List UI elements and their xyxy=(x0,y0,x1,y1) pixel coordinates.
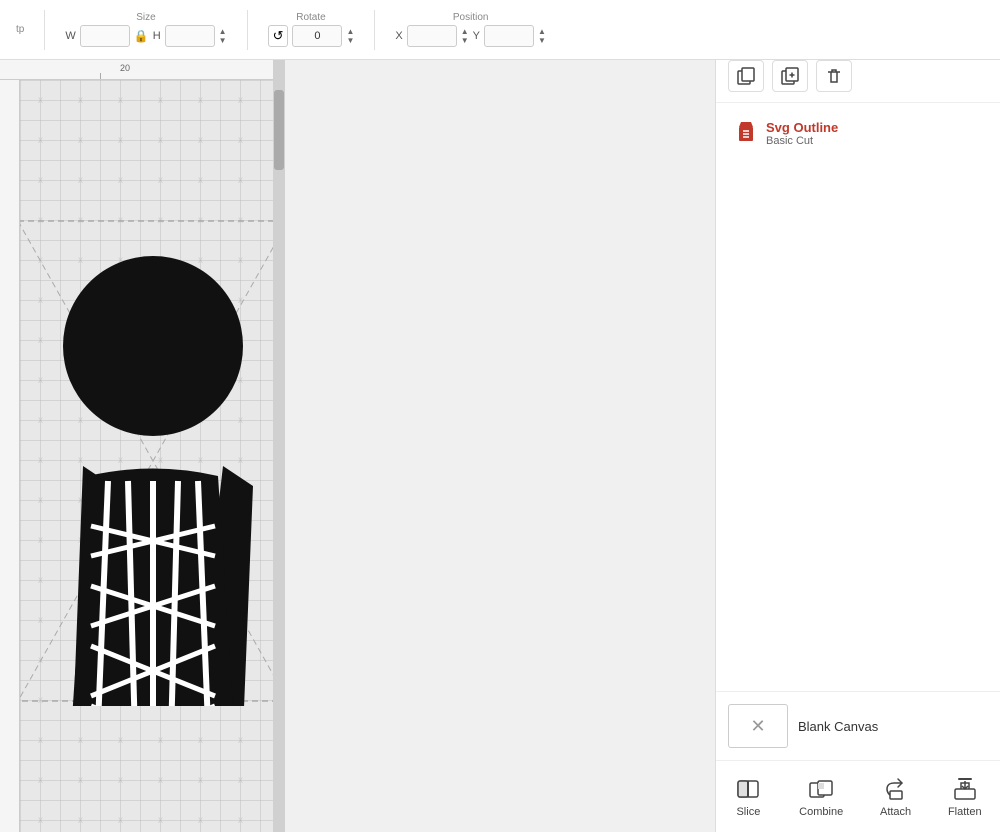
size-label: Size xyxy=(136,12,155,23)
slice-label: Slice xyxy=(736,806,760,818)
svg-container[interactable] xyxy=(20,216,285,696)
add-layer-btn[interactable] xyxy=(772,60,808,92)
layers-list: Svg Outline Basic Cut xyxy=(716,103,1000,691)
layer-name: Svg Outline xyxy=(766,120,838,135)
canvas-scrollbar-thumb[interactable] xyxy=(274,90,284,170)
canvas-grid[interactable] xyxy=(20,80,285,832)
rotate-ccw-btn[interactable]: ↺ xyxy=(268,25,289,47)
panel-bottom: Slice Combine Attach xyxy=(716,760,1000,832)
lock-icon[interactable]: 🔒 xyxy=(134,29,149,43)
size-arrows[interactable]: ▲▼ xyxy=(219,27,227,45)
rotate-arrows[interactable]: ▲▼ xyxy=(346,27,354,45)
position-inputs: X ▲▼ Y ▲▼ xyxy=(395,25,546,47)
divider-1 xyxy=(44,10,45,50)
pos-y-input[interactable] xyxy=(484,25,534,47)
canvas-area[interactable]: 20 30 xyxy=(0,60,285,832)
slice-button[interactable]: Slice xyxy=(726,771,770,822)
flatten-button[interactable]: Flatten xyxy=(940,771,990,822)
combine-button[interactable]: Combine xyxy=(791,771,851,822)
blank-canvas-section[interactable]: ✕ Blank Canvas xyxy=(716,691,1000,760)
toolbar-group-rotate: Rotate ↺ ▲▼ xyxy=(260,12,363,47)
size-w-label: W xyxy=(65,30,75,42)
combine-label: Combine xyxy=(799,806,843,818)
attach-button[interactable]: Attach xyxy=(872,771,919,822)
size-h-label: H xyxy=(153,30,161,42)
rotate-input[interactable] xyxy=(292,25,342,47)
pos-x-label: X xyxy=(395,30,402,42)
layer-item[interactable]: Svg Outline Basic Cut xyxy=(728,113,988,154)
attach-icon xyxy=(882,775,910,803)
size-h-input[interactable] xyxy=(165,25,215,47)
ruler-tick-20 xyxy=(100,73,101,79)
size-w-input[interactable] xyxy=(80,25,130,47)
rotate-inputs: ↺ ▲▼ xyxy=(268,25,355,47)
duplicate-canvas-btn[interactable] xyxy=(728,60,764,92)
toolbar-group-position: Position X ▲▼ Y ▲▼ xyxy=(387,12,554,47)
ruler-left xyxy=(0,80,20,832)
delete-layer-btn[interactable] xyxy=(816,60,852,92)
rotate-label: Rotate xyxy=(296,12,325,23)
divider-3 xyxy=(374,10,375,50)
basketball-trophy-svg xyxy=(20,216,285,706)
ruler-number-20: 20 xyxy=(120,63,130,73)
blank-canvas-label: Blank Canvas xyxy=(798,719,878,734)
size-inputs: W 🔒 H ▲▼ xyxy=(65,25,226,47)
pos-x-input[interactable] xyxy=(407,25,457,47)
combine-icon xyxy=(807,775,835,803)
flatten-icon xyxy=(951,775,979,803)
ruler-top: 20 30 xyxy=(0,60,285,80)
toolbar-group-tp: tp xyxy=(8,24,32,35)
position-label: Position xyxy=(453,12,489,23)
pos-y-arrows[interactable]: ▲▼ xyxy=(538,27,546,45)
tp-label: tp xyxy=(16,24,24,35)
right-panel: Layers Color Sync xyxy=(715,0,1000,832)
flatten-label: Flatten xyxy=(948,806,982,818)
divider-2 xyxy=(247,10,248,50)
toolbar: tp Size W 🔒 H ▲▼ Rotate ↺ ▲▼ Position xyxy=(0,0,1000,60)
slice-icon xyxy=(734,775,762,803)
blank-canvas-x: ✕ xyxy=(750,716,765,737)
pos-y-label: Y xyxy=(473,30,480,42)
layer-info: Svg Outline Basic Cut xyxy=(766,120,838,147)
pos-x-arrows[interactable]: ▲▼ xyxy=(461,27,469,45)
canvas-scrollbar[interactable] xyxy=(273,60,285,832)
toolbar-group-size: Size W 🔒 H ▲▼ xyxy=(57,12,234,47)
blank-canvas-preview: ✕ xyxy=(728,704,788,748)
attach-label: Attach xyxy=(880,806,911,818)
layer-type: Basic Cut xyxy=(766,135,838,147)
layer-icon xyxy=(736,119,756,148)
